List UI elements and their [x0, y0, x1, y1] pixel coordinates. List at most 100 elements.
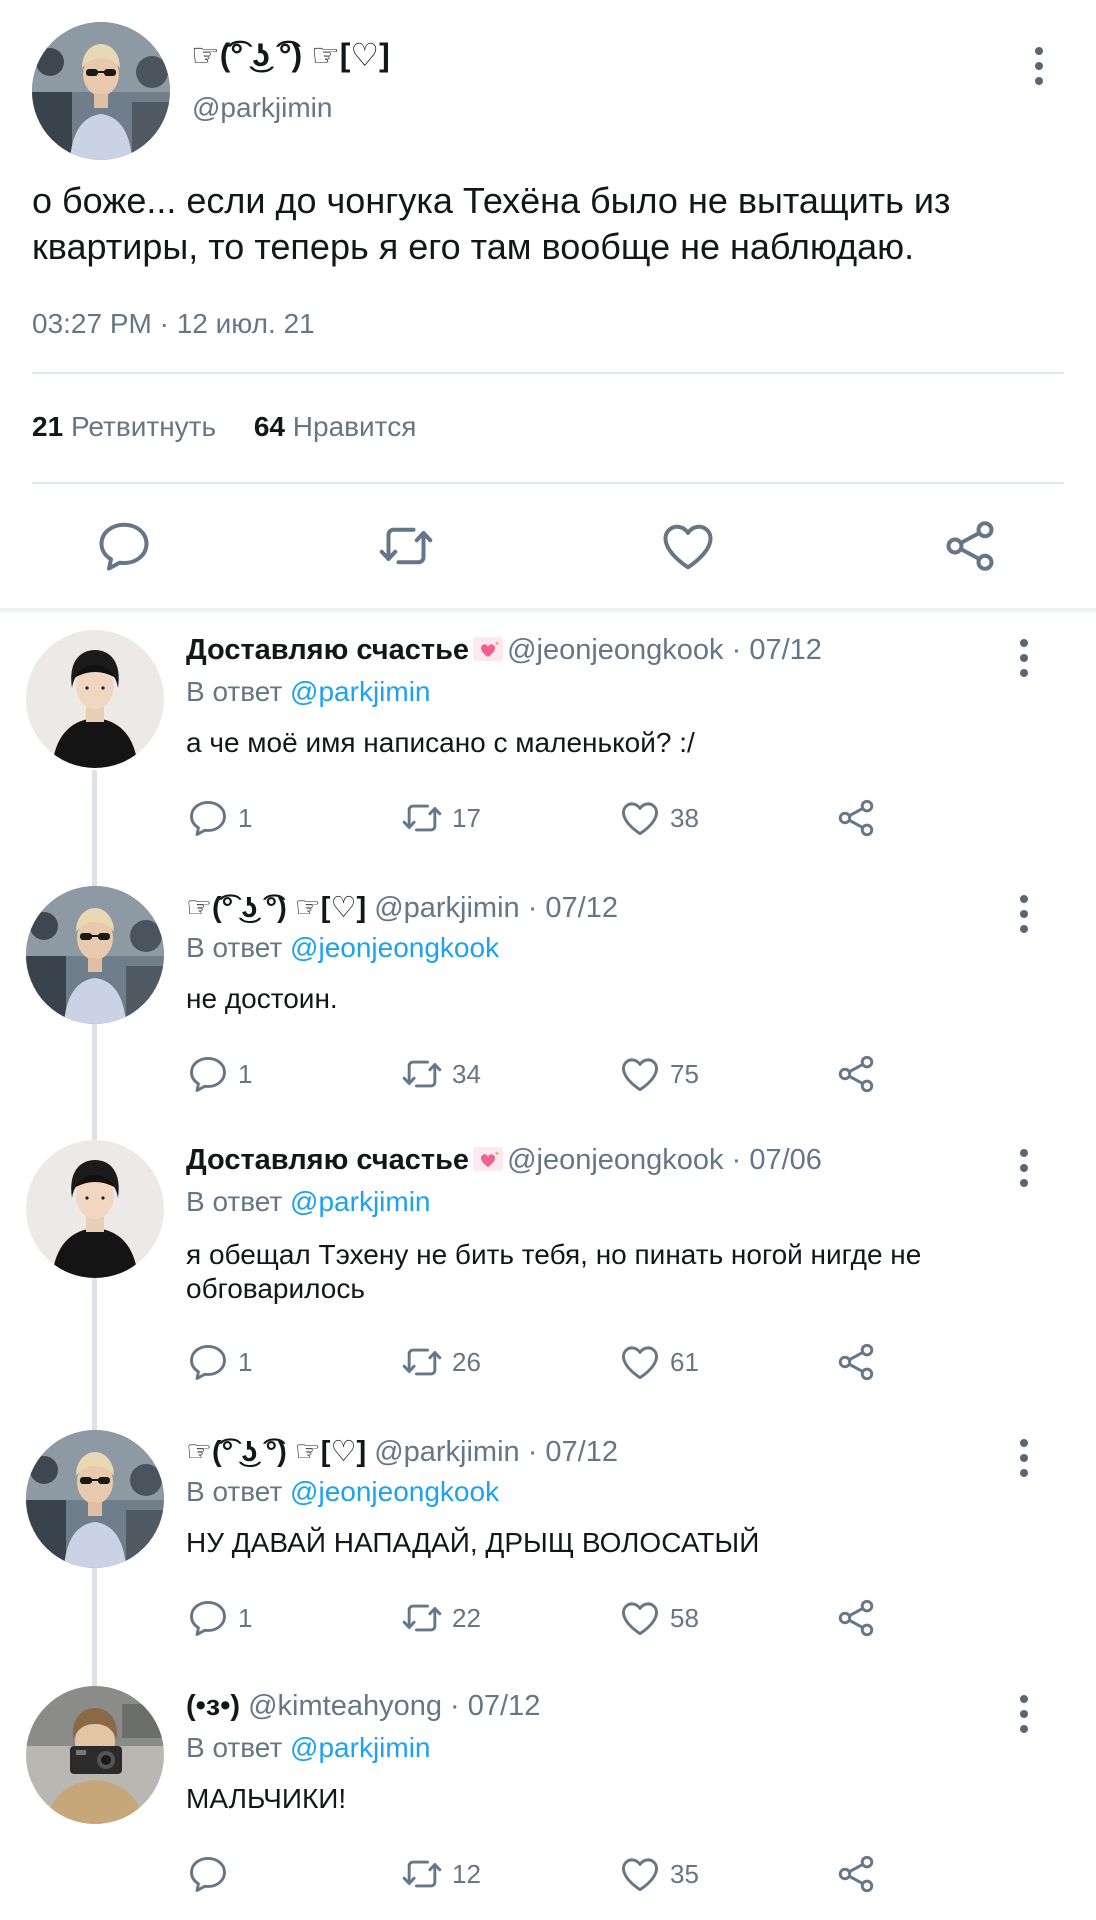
user-handle[interactable]: @parkjimin: [192, 92, 332, 124]
retweet-button[interactable]: 26: [400, 1338, 481, 1386]
retweet-button[interactable]: 17: [400, 794, 481, 842]
share-icon: [834, 1052, 878, 1096]
like-button[interactable]: 35: [618, 1850, 699, 1898]
more-options-icon[interactable]: [1006, 636, 1042, 680]
reply-button[interactable]: 1: [186, 1050, 252, 1098]
reply-button[interactable]: 1: [186, 1338, 252, 1386]
in-reply-to: В ответ @parkjimin: [186, 676, 431, 708]
reply-text: а че моё имя написано с маленькой? :/: [186, 727, 695, 758]
more-options-icon[interactable]: [1006, 1692, 1042, 1736]
reply-header: ☞(͡° ͜ʖ ͡°) ☞[♡] @parkjimin · 07/12: [186, 890, 618, 925]
share-button[interactable]: [834, 794, 886, 842]
in-reply-to: В ответ @parkjimin: [186, 1732, 431, 1764]
like-count: 35: [670, 1858, 699, 1889]
share-icon: [834, 1340, 878, 1384]
reply-actions: 1 34 75: [186, 1050, 906, 1098]
like-button[interactable]: 38: [618, 794, 699, 842]
reply-to-link[interactable]: @parkjimin: [290, 1186, 430, 1217]
display-name[interactable]: Доставляю счастье: [186, 634, 469, 666]
display-name[interactable]: ☞(͡° ͜ʖ ͡°) ☞[♡]: [186, 1436, 366, 1468]
retweet-icon: [400, 1340, 444, 1384]
like-button[interactable]: 58: [618, 1594, 699, 1642]
like-stat-label: Нравится: [292, 411, 417, 442]
share-icon: [834, 796, 878, 840]
like-button[interactable]: 75: [618, 1050, 699, 1098]
handle-and-date: @parkjimin · 07/12: [374, 892, 618, 924]
reply-icon[interactable]: [94, 516, 154, 576]
share-button[interactable]: [834, 1850, 886, 1898]
reply-text: НУ ДАВАЙ НАПАДАЙ, ДРЫЩ ВОЛОСАТЫЙ: [186, 1527, 760, 1558]
reply-header: ☞(͡° ͜ʖ ͡°) ☞[♡] @parkjimin · 07/12: [186, 1434, 618, 1469]
sparkling-heart-emoji: [473, 637, 503, 661]
tweet-timestamp: 03:27 PM · 12 июл. 21: [32, 308, 315, 339]
retweet-count: 21: [32, 411, 64, 442]
retweet-count: 34: [452, 1058, 481, 1089]
avatar[interactable]: [26, 1140, 164, 1278]
display-name[interactable]: ☞(͡° ͜ʖ ͡°) ☞[♡]: [191, 36, 390, 74]
reply-to-link[interactable]: @jeonjeongkook: [290, 932, 499, 963]
retweet-count: 17: [452, 802, 481, 833]
avatar[interactable]: [26, 1430, 164, 1568]
like-icon: [618, 1052, 662, 1096]
in-reply-to: В ответ @jeonjeongkook: [186, 932, 499, 964]
retweet-icon[interactable]: [376, 516, 436, 576]
reply-button[interactable]: 1: [186, 794, 252, 842]
reply-to-link[interactable]: @jeonjeongkook: [290, 1476, 499, 1507]
share-icon[interactable]: [940, 516, 1000, 576]
like-count: 75: [670, 1058, 699, 1089]
reply-header: Доставляю счастье @jeonjeongkook · 07/06: [186, 1144, 822, 1177]
share-icon: [834, 1596, 878, 1640]
handle-and-date: @jeonjeongkook · 07/06: [507, 1144, 822, 1176]
handle-and-date: @jeonjeongkook · 07/12: [507, 634, 822, 666]
in-reply-label: В ответ: [186, 1186, 283, 1217]
like-icon[interactable]: [658, 516, 718, 576]
divider: [32, 372, 1064, 374]
avatar[interactable]: [32, 22, 170, 160]
more-options-icon[interactable]: [1006, 1146, 1042, 1190]
like-icon: [618, 1596, 662, 1640]
retweet-button[interactable]: 22: [400, 1594, 481, 1642]
main-tweet: ☞(͡° ͜ʖ ͡°) ☞[♡] @parkjimin о боже... ес…: [0, 0, 1096, 610]
like-icon: [618, 796, 662, 840]
reply-button[interactable]: [186, 1850, 238, 1898]
in-reply-label: В ответ: [186, 676, 283, 707]
reply-text: не достоин.: [186, 983, 338, 1014]
reply-button[interactable]: 1: [186, 1594, 252, 1642]
share-icon: [834, 1852, 878, 1896]
divider: [32, 482, 1064, 484]
more-options-icon[interactable]: [1006, 1436, 1042, 1480]
reply-to-link[interactable]: @parkjimin: [290, 676, 430, 707]
retweet-count: 12: [452, 1858, 481, 1889]
reply-actions: 1 26 61: [186, 1338, 906, 1386]
section-separator: [0, 608, 1096, 612]
display-name[interactable]: ☞(͡° ͜ʖ ͡°) ☞[♡]: [186, 892, 366, 924]
reply-count: 1: [238, 1058, 253, 1089]
like-stat[interactable]: 64 Нравится: [254, 411, 417, 442]
handle-and-date: @parkjimin · 07/12: [374, 1436, 618, 1468]
handle-and-date: @kimteahyong · 07/12: [248, 1690, 541, 1722]
like-count: 58: [670, 1602, 699, 1633]
retweet-button[interactable]: 12: [400, 1850, 481, 1898]
avatar[interactable]: [26, 1686, 164, 1824]
in-reply-to: В ответ @jeonjeongkook: [186, 1476, 499, 1508]
retweet-stat-label: Ретвитнуть: [70, 411, 217, 442]
display-name[interactable]: (•з•): [186, 1690, 240, 1722]
sparkling-heart-emoji: [473, 1147, 503, 1171]
like-button[interactable]: 61: [618, 1338, 699, 1386]
share-button[interactable]: [834, 1594, 886, 1642]
display-name[interactable]: Доставляю счастье: [186, 1144, 469, 1176]
retweet-stat[interactable]: 21 Ретвитнуть: [32, 411, 216, 442]
more-options-icon[interactable]: [1021, 44, 1057, 88]
share-button[interactable]: [834, 1338, 886, 1386]
avatar[interactable]: [26, 886, 164, 1024]
share-button[interactable]: [834, 1050, 886, 1098]
retweet-button[interactable]: 34: [400, 1050, 481, 1098]
reply-to-link[interactable]: @parkjimin: [290, 1732, 430, 1763]
reply-header: (•з•) @kimteahyong · 07/12: [186, 1690, 540, 1723]
more-options-icon[interactable]: [1006, 892, 1042, 936]
reply-count: 1: [238, 1602, 253, 1633]
reply-actions: 1 17 38: [186, 794, 906, 842]
avatar[interactable]: [26, 630, 164, 768]
in-reply-label: В ответ: [186, 1732, 283, 1763]
tweet-text: о боже... если до чонгука Техёна было не…: [32, 180, 951, 267]
